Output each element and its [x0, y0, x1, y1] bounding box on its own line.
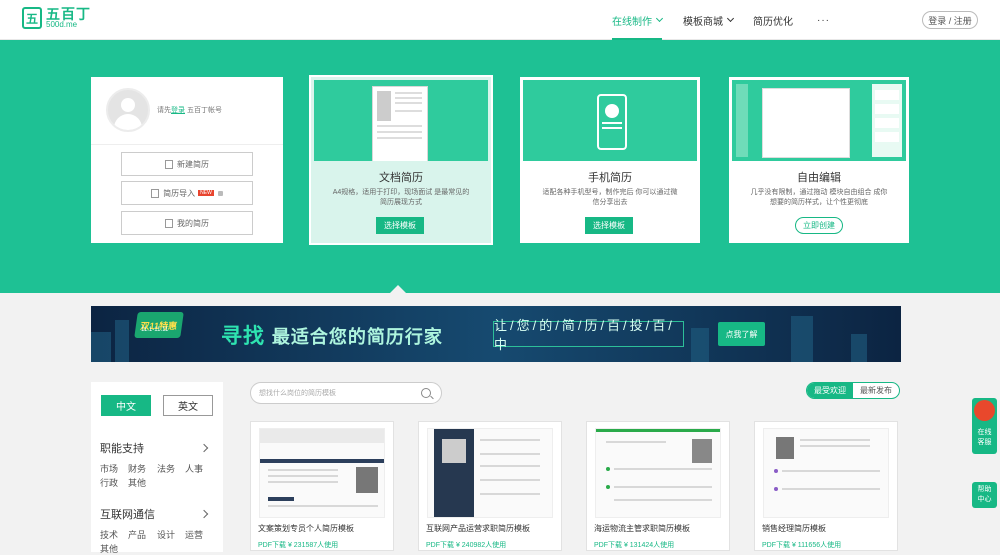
lang-zh-button[interactable]: 中文 — [101, 395, 151, 416]
template-meta: PDF下载 ¥ 111656人使用 — [762, 542, 842, 549]
template-name: 销售经理简历模板 — [762, 524, 826, 533]
template-preview — [259, 428, 385, 518]
filter-sidebar: 中文 英文 职能支持 市场 财务 法务 人事 行政 其他 互联网通信 技术 产品… — [91, 382, 223, 555]
sort-toggle: 最受欢迎 最新发布 — [806, 382, 900, 399]
create-now-button[interactable]: 立即创建 — [795, 217, 843, 234]
top-header: 五 五百丁 500d.me 在线制作 模板商城 简历优化 ··· 登录 / 注册 — [0, 0, 1000, 40]
card-title: 自由编辑 — [797, 172, 841, 184]
banner-headline: 寻找 最适合您的简历行家 — [221, 325, 443, 348]
import-icon — [151, 188, 160, 198]
chevron-down-icon — [655, 14, 664, 23]
template-search-input[interactable]: 想找什么岗位的简历模板 — [250, 382, 442, 404]
banner-slogan: 让/您/的/简/历/百/投/百/中 — [493, 318, 684, 352]
new-resume-button[interactable]: 新建简历 — [121, 152, 253, 176]
nav-resume-optimize[interactable]: 简历优化 — [753, 0, 793, 40]
choose-template-button[interactable]: 选择模板 — [585, 217, 633, 234]
phone-illustration — [523, 80, 697, 161]
template-card[interactable]: 互联网产品运营求职简历模板 PDF下载 ¥ 240982人使用 — [418, 421, 562, 551]
template-meta: PDF下载 ¥ 131424人使用 — [594, 542, 675, 549]
category-item[interactable]: 产品 — [128, 528, 146, 541]
card-doc-resume[interactable]: 文档简历 A4规格，适用于打印，现场面试 是最常见的简历展现方式 选择模板 — [311, 77, 491, 243]
lang-en-button[interactable]: 英文 — [163, 395, 213, 416]
logo-mark: 五 — [22, 7, 42, 29]
doc-resume-illustration — [314, 80, 488, 161]
card-title: 手机简历 — [588, 172, 632, 184]
search-icon[interactable] — [421, 388, 431, 398]
category-item[interactable]: 法务 — [157, 462, 175, 475]
help-center-button[interactable]: 帮助中心 — [972, 482, 997, 508]
card-mobile-resume[interactable]: 手机简历 适配各种手机型号，制作完后 你可以通过微信分享出去 选择模板 — [520, 77, 700, 243]
category-item[interactable]: 其他 — [100, 542, 118, 555]
promo-date: 11.1-11.11 — [141, 327, 169, 333]
login-link[interactable]: 登录 — [171, 107, 185, 114]
category-item[interactable]: 运营 — [185, 528, 203, 541]
template-card[interactable]: 文案策划专员个人简历模板 PDF下载 ¥ 231587人使用 — [250, 421, 394, 551]
promo-banner[interactable]: 双11特惠 11.1-11.11 寻找 最适合您的简历行家 让/您/的/简/历/… — [91, 306, 901, 362]
import-resume-button[interactable]: 简历导入 NEW — [121, 181, 253, 205]
category-item[interactable]: 技术 — [100, 528, 118, 541]
sort-newest[interactable]: 最新发布 — [853, 383, 899, 398]
logo-sub: 500d.me — [46, 20, 78, 29]
category-item[interactable]: 行政 — [100, 476, 118, 489]
login-register-button[interactable]: 登录 / 注册 — [922, 11, 978, 29]
category-heading[interactable]: 职能支持 — [100, 440, 144, 456]
folder-icon — [165, 218, 173, 228]
card-title: 文档简历 — [379, 172, 423, 184]
nav-online-make[interactable]: 在线制作 — [612, 0, 664, 40]
card-desc: 适配各种手机型号，制作完后 你可以通过微信分享出去 — [542, 189, 678, 206]
category-item[interactable]: 设计 — [157, 528, 175, 541]
choose-template-button[interactable]: 选择模板 — [376, 217, 424, 234]
robot-icon — [974, 400, 995, 421]
template-preview — [427, 428, 553, 518]
template-name: 文案策划专员个人简历模板 — [258, 524, 354, 533]
free-edit-illustration — [732, 80, 906, 161]
category-item[interactable]: 人事 — [185, 462, 203, 475]
template-card[interactable]: 销售经理简历模板 PDF下载 ¥ 111656人使用 — [754, 421, 898, 551]
avatar — [106, 88, 150, 132]
site-logo[interactable]: 五 五百丁 500d.me — [22, 7, 91, 29]
chevron-down-icon — [726, 14, 735, 23]
template-preview — [763, 428, 889, 518]
nav-template-store[interactable]: 模板商城 — [683, 0, 735, 40]
template-preview — [595, 428, 721, 518]
learn-more-button[interactable]: 点我了解 — [718, 322, 765, 346]
nav-more[interactable]: ··· — [817, 0, 830, 40]
template-name: 海运物流主管求职简历模板 — [594, 524, 690, 533]
file-icon — [165, 159, 173, 169]
category-item[interactable]: 其他 — [128, 476, 146, 489]
template-meta: PDF下载 ¥ 240982人使用 — [426, 542, 507, 549]
new-badge: NEW — [198, 190, 214, 196]
template-name: 互联网产品运营求职简历模板 — [426, 524, 530, 533]
band-notch — [390, 285, 406, 293]
template-card[interactable]: 海运物流主管求职简历模板 PDF下载 ¥ 131424人使用 — [586, 421, 730, 551]
card-free-edit[interactable]: 自由编辑 几乎没有限制，通过拖动 模块自由组合 成你想要的简历样式，让个性更彻底… — [729, 77, 909, 243]
chevron-right-icon[interactable] — [199, 443, 209, 453]
sort-popular[interactable]: 最受欢迎 — [807, 383, 853, 398]
logo-title: 五百丁 — [46, 6, 91, 22]
card-desc: 几乎没有限制，通过拖动 模块自由组合 成你想要的简历样式，让个性更彻底 — [750, 189, 888, 206]
my-resume-button[interactable]: 我的简历 — [121, 211, 253, 235]
login-tip: 请先登录 五百丁帐号 — [157, 107, 222, 114]
template-meta: PDF下载 ¥ 231587人使用 — [258, 542, 339, 549]
category-heading[interactable]: 互联网通信 — [100, 506, 155, 522]
double11-tag: 双11特惠 — [134, 312, 184, 338]
online-service-button[interactable]: 在线客服 — [972, 398, 997, 454]
card-desc: A4规格，适用于打印，现场面试 是最常见的简历展现方式 — [332, 189, 470, 206]
user-panel: 请先登录 五百丁帐号 新建简历 简历导入 NEW 我的简历 — [91, 77, 283, 243]
category-item[interactable]: 市场 — [100, 462, 118, 475]
lock-icon — [217, 190, 223, 196]
chevron-right-icon[interactable] — [199, 509, 209, 519]
category-item[interactable]: 财务 — [128, 462, 146, 475]
